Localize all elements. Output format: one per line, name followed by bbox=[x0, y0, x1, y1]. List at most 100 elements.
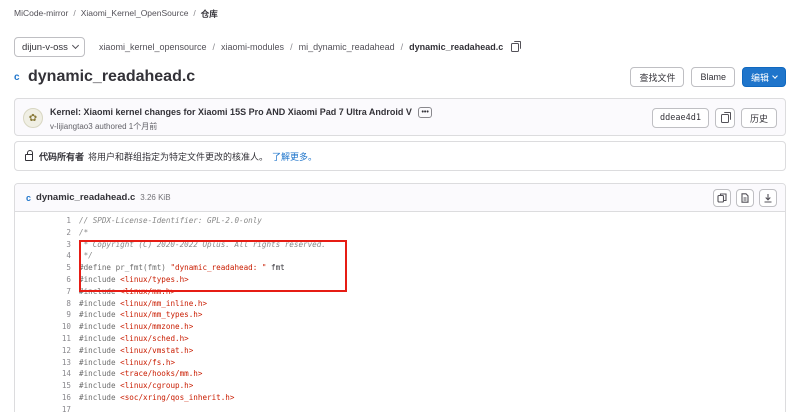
commit-meta: v-lijiangtao3 authored 1个月前 bbox=[50, 121, 157, 132]
path-segment-root[interactable]: xiaomi_kernel_opensource bbox=[99, 42, 207, 52]
code-line: 9 #include <linux/mm_types.h> bbox=[15, 309, 785, 321]
line-number[interactable]: 14 bbox=[15, 368, 71, 380]
line-source: #include <linux/fs.h> bbox=[79, 357, 176, 367]
code-owners-label: 代码所有者 bbox=[39, 151, 85, 162]
edit-dropdown-button[interactable]: 编辑 bbox=[741, 67, 786, 87]
code-content: 1 // SPDX-License-Identifier: GPL-2.0-onl… bbox=[15, 212, 785, 412]
line-number[interactable]: 5 bbox=[15, 262, 71, 274]
code-owners-text: 将用户和群组指定为特定文件更改的核准人。 bbox=[88, 151, 269, 162]
breadcrumb-item-project[interactable]: Xiaomi_Kernel_OpenSource bbox=[81, 8, 189, 20]
file-path-bar: dijun-v-oss xiaomi_kernel_opensource / x… bbox=[14, 37, 522, 57]
copy-contents-button[interactable] bbox=[713, 188, 731, 207]
file-header: c dynamic_readahead.c 3.26 KiB bbox=[15, 184, 785, 212]
code-line: 1 // SPDX-License-Identifier: GPL-2.0-onl… bbox=[15, 215, 785, 227]
breadcrumb: MiCode-mirror / Xiaomi_Kernel_OpenSource… bbox=[14, 8, 218, 20]
file-actions: 查找文件 Blame 编辑 bbox=[630, 67, 786, 87]
line-source: #include <linux/mmzone.h> bbox=[79, 322, 194, 332]
commit-authored-label: authored bbox=[94, 122, 127, 131]
path-segment-modules[interactable]: xiaomi-modules bbox=[221, 42, 284, 52]
lock-icon bbox=[25, 150, 33, 161]
commit-author[interactable]: v-lijiangtao3 bbox=[50, 122, 93, 131]
path-separator: / bbox=[400, 42, 404, 52]
branch-name: dijun-v-oss bbox=[22, 41, 68, 53]
line-number[interactable]: 7 bbox=[15, 286, 71, 298]
commit-message[interactable]: Kernel: Xiaomi kernel changes for Xiaomi… bbox=[50, 107, 412, 117]
code-line: 12 #include <linux/vmstat.h> bbox=[15, 345, 785, 357]
blame-button[interactable]: Blame bbox=[691, 67, 735, 87]
line-source: #include <linux/mm_inline.h> bbox=[79, 298, 208, 308]
avatar[interactable]: ✿ bbox=[23, 108, 43, 128]
copy-icon bbox=[720, 111, 731, 123]
line-number[interactable]: 16 bbox=[15, 392, 71, 404]
breadcrumb-item-repo[interactable]: 仓库 bbox=[201, 8, 218, 20]
line-source: #include <linux/cgroup.h> bbox=[79, 381, 194, 391]
line-source: #include <linux/vmstat.h> bbox=[79, 345, 194, 355]
line-number[interactable]: 8 bbox=[15, 298, 71, 310]
code-owners-panel: 代码所有者 将用户和群组指定为特定文件更改的核准人。 了解更多。 bbox=[14, 141, 786, 171]
code-line: 15 #include <linux/cgroup.h> bbox=[15, 380, 785, 392]
line-number[interactable]: 11 bbox=[15, 333, 71, 345]
commit-sha-group: ddeae4d1 历史 bbox=[652, 108, 777, 128]
line-source: /* bbox=[79, 227, 89, 237]
file-title-row: c dynamic_readahead.c 查找文件 Blame 编辑 bbox=[14, 66, 786, 88]
copy-icon bbox=[717, 192, 727, 203]
line-number[interactable]: 17 bbox=[15, 404, 71, 412]
path-segment-file: dynamic_readahead.c bbox=[409, 42, 504, 52]
line-number[interactable]: 6 bbox=[15, 274, 71, 286]
line-source: #include <trace/hooks/mm.h> bbox=[79, 369, 203, 379]
path-segment-folder[interactable]: mi_dynamic_readahead bbox=[299, 42, 395, 52]
find-file-button[interactable]: 查找文件 bbox=[630, 67, 685, 87]
file-header-actions bbox=[713, 188, 777, 207]
breadcrumb-separator: / bbox=[73, 8, 76, 18]
download-icon bbox=[764, 193, 772, 203]
line-number[interactable]: 10 bbox=[15, 321, 71, 333]
c-file-icon: c bbox=[26, 192, 32, 203]
commit-time: 1个月前 bbox=[128, 122, 158, 131]
file-raw-icon bbox=[741, 192, 749, 203]
c-file-icon: c bbox=[14, 71, 20, 83]
page-title: dynamic_readahead.c bbox=[28, 68, 196, 85]
code-line: 14 #include <trace/hooks/mm.h> bbox=[15, 368, 785, 380]
code-line: 10 #include <linux/mmzone.h> bbox=[15, 321, 785, 333]
code-line: 8 #include <linux/mm_inline.h> bbox=[15, 298, 785, 310]
code-line: 13 #include <linux/fs.h> bbox=[15, 357, 785, 369]
code-line: 16 #include <soc/xring/qos_inherit.h> bbox=[15, 392, 785, 404]
line-source: // SPDX-License-Identifier: GPL-2.0-only bbox=[79, 216, 262, 225]
copy-path-icon[interactable] bbox=[511, 40, 522, 52]
expand-commit-button[interactable]: ••• bbox=[418, 107, 432, 118]
line-source: #include <soc/xring/qos_inherit.h> bbox=[79, 392, 235, 402]
edit-button-label: 编辑 bbox=[750, 72, 769, 83]
breadcrumb-item-group[interactable]: MiCode-mirror bbox=[14, 8, 68, 20]
chevron-down-icon bbox=[71, 41, 79, 50]
path-separator: / bbox=[290, 42, 293, 52]
code-line: 11 #include <linux/sched.h> bbox=[15, 333, 785, 345]
line-number[interactable]: 3 bbox=[15, 239, 71, 251]
line-number[interactable]: 2 bbox=[15, 227, 71, 239]
open-raw-button[interactable] bbox=[736, 188, 754, 207]
breadcrumb-separator: / bbox=[193, 8, 196, 18]
commit-title[interactable]: Kernel: Xiaomi kernel changes for Xiaomi… bbox=[50, 107, 432, 118]
learn-more-link[interactable]: 了解更多。 bbox=[272, 150, 317, 163]
code-line: 2 /* bbox=[15, 227, 785, 239]
line-number[interactable]: 12 bbox=[15, 345, 71, 357]
history-button[interactable]: 历史 bbox=[740, 108, 777, 128]
code-line: 17 bbox=[15, 404, 785, 412]
line-number[interactable]: 15 bbox=[15, 380, 71, 392]
line-source bbox=[71, 404, 79, 412]
download-button[interactable] bbox=[759, 188, 777, 207]
path-separator: / bbox=[212, 42, 216, 52]
copy-sha-button[interactable] bbox=[714, 108, 735, 128]
line-number[interactable]: 4 bbox=[15, 250, 71, 262]
chevron-down-icon bbox=[772, 72, 778, 79]
line-source: #include <linux/mm_types.h> bbox=[79, 310, 203, 320]
commit-sha[interactable]: ddeae4d1 bbox=[652, 108, 709, 128]
line-number[interactable]: 9 bbox=[15, 309, 71, 321]
file-viewer: c dynamic_readahead.c 3.26 KiB 1 // SPDX-… bbox=[14, 183, 786, 412]
highlight-box bbox=[79, 240, 347, 292]
line-number[interactable]: 13 bbox=[15, 357, 71, 369]
line-number[interactable]: 1 bbox=[15, 215, 71, 227]
last-commit-panel: ✿ Kernel: Xiaomi kernel changes for Xiao… bbox=[14, 98, 786, 136]
branch-selector[interactable]: dijun-v-oss bbox=[14, 37, 85, 57]
file-size: 3.26 KiB bbox=[140, 193, 171, 202]
file-name: dynamic_readahead.c bbox=[36, 192, 136, 203]
